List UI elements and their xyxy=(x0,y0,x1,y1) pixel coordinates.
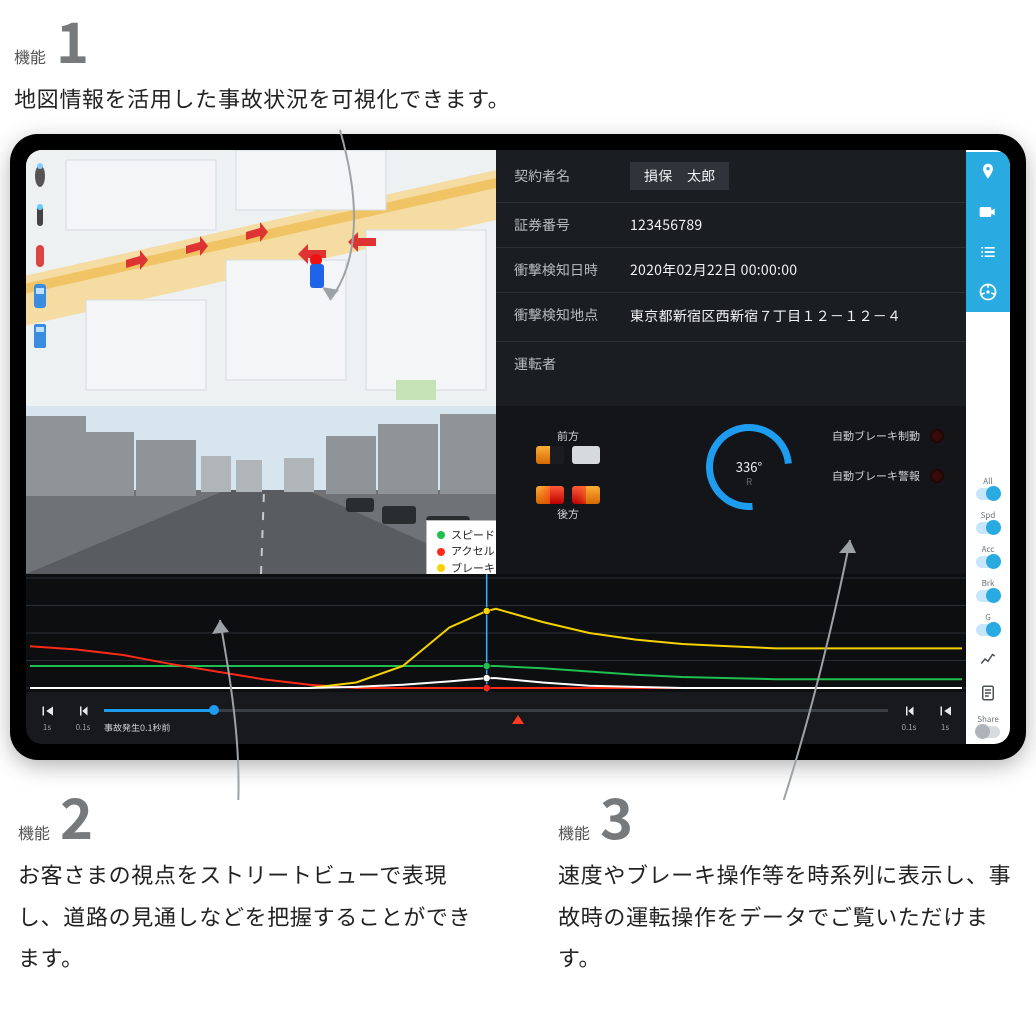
toggle-speed[interactable]: Spd xyxy=(976,510,1000,534)
rear-lights xyxy=(536,486,600,504)
impact-time-label: 衝撃検知日時 xyxy=(514,260,610,280)
step-back-button[interactable]: 0.1s xyxy=(68,699,98,737)
timeline-scrubber[interactable]: 事故発生0.1秒前 xyxy=(104,703,888,733)
skip-forward-button[interactable]: 1s xyxy=(930,699,960,737)
front-lights xyxy=(536,446,600,464)
series-toggles: All Spd Acc Brk G xyxy=(976,470,1000,642)
toggle-all[interactable]: All xyxy=(976,476,1000,500)
map-pin-tab[interactable] xyxy=(966,152,1010,192)
feature-number-1: 1 xyxy=(56,12,87,68)
contract-name-value: 損保 太郎 xyxy=(630,162,729,190)
van-icon[interactable] xyxy=(30,322,50,350)
skip-back-button[interactable]: 1s xyxy=(32,699,62,737)
bike-icon[interactable] xyxy=(30,202,50,230)
brake-alerts: 自動ブレーキ制動 自動ブレーキ警報 xyxy=(832,428,944,508)
telemetry-tooltip: スピード20km/h アクセル0% ブレーキ70% G9 xyxy=(426,520,496,574)
feature-number-3: 3 xyxy=(600,788,631,844)
steering-tab[interactable] xyxy=(966,272,1010,312)
compass-sub: R xyxy=(706,473,792,488)
vehicle-type-strip[interactable] xyxy=(30,162,50,350)
telemetry-chart[interactable] xyxy=(26,574,966,692)
map-illustration xyxy=(26,150,496,406)
feature-desc-2: お客さまの視点をストリートビューで表現し、道路の見通しなどを把握することができま… xyxy=(18,854,478,979)
sedan-icon[interactable] xyxy=(30,282,50,310)
toggle-share[interactable]: Share xyxy=(976,714,1000,738)
timeline-label: 事故発生0.1秒前 xyxy=(104,721,171,734)
vehicle-dashboard-panel: 前方 後方 xyxy=(496,406,966,574)
playback-bar: 1s 0.1s 事故発生0.1秒前 0.1s xyxy=(26,692,966,744)
front-label: 前方 xyxy=(536,428,600,444)
contract-info-panel: 契約者名 損保 太郎 証券番号 123456789 衝撃検知日時 2020年02… xyxy=(496,150,966,406)
impact-location-label: 衝撃検知地点 xyxy=(514,305,610,325)
rear-label: 後方 xyxy=(536,506,600,522)
impact-time-value: 2020年02月22日 00:00:00 xyxy=(630,260,797,280)
streetview-panel[interactable]: スピード20km/h アクセル0% ブレーキ70% G9 xyxy=(26,406,496,574)
scooter-icon[interactable] xyxy=(30,242,50,270)
feature-callout-3: 機能 3 速度やブレーキ操作等を時系列に表示し、事故時の運転操作をデータでご覧い… xyxy=(558,788,1018,979)
compass: 336° R xyxy=(706,424,792,510)
auto-brake-apply-label: 自動ブレーキ制動 xyxy=(832,428,920,444)
feature-callout-2: 機能 2 お客さまの視点をストリートビューで表現し、道路の見通しなどを把握するこ… xyxy=(18,788,478,979)
policy-number-label: 証券番号 xyxy=(514,215,610,235)
feature-callout-1: 機能 1 地図情報を活用した事故状況を可視化できます。 xyxy=(0,0,640,130)
document-icon[interactable] xyxy=(966,676,1010,710)
policy-number-value: 123456789 xyxy=(630,215,702,235)
feature-number-2: 2 xyxy=(60,788,91,844)
camera-tab[interactable] xyxy=(966,192,1010,232)
right-sidebar: All Spd Acc Brk G Share xyxy=(966,150,1010,744)
toggle-brake[interactable]: Brk xyxy=(976,578,1000,602)
step-forward-button[interactable]: 0.1s xyxy=(894,699,924,737)
feature-desc-3: 速度やブレーキ操作等を時系列に表示し、事故時の運転操作をデータでご覧いただけます… xyxy=(558,854,1018,979)
driver-label: 運転者 xyxy=(514,354,610,374)
feature-label: 機能 xyxy=(14,44,46,68)
contract-name-label: 契約者名 xyxy=(514,166,610,186)
device-frame: 契約者名 損保 太郎 証券番号 123456789 衝撃検知日時 2020年02… xyxy=(12,136,1024,758)
feature-label: 機能 xyxy=(18,820,50,844)
toggle-g[interactable]: G xyxy=(976,612,1000,636)
toggle-accel[interactable]: Acc xyxy=(976,544,1000,568)
motorbike-icon[interactable] xyxy=(30,162,50,190)
map-panel[interactable] xyxy=(26,150,496,406)
list-tab[interactable] xyxy=(966,232,1010,272)
compass-heading: 336° xyxy=(706,424,792,510)
app-screen: 契約者名 損保 太郎 証券番号 123456789 衝撃検知日時 2020年02… xyxy=(26,150,1010,744)
feature-label: 機能 xyxy=(558,820,590,844)
line-chart xyxy=(26,574,966,692)
auto-brake-warn-label: 自動ブレーキ警報 xyxy=(832,468,920,484)
feature-desc-1: 地図情報を活用した事故状況を可視化できます。 xyxy=(14,78,620,120)
impact-marker-icon xyxy=(512,715,524,724)
impact-location-value: 東京都新宿区西新宿７丁目１２－１２－４ xyxy=(630,305,901,329)
chart-icon[interactable] xyxy=(966,642,1010,676)
led-icon xyxy=(930,469,944,483)
led-icon xyxy=(930,429,944,443)
